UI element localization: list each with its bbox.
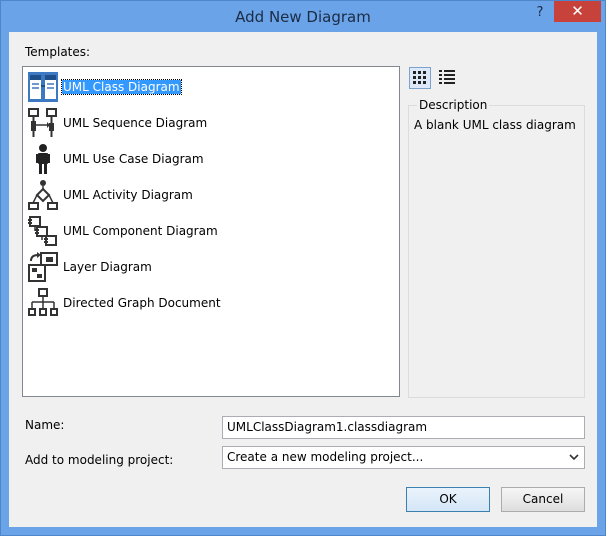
dialog-body: Templates: UML Class Diagram UML Sequenc… [9, 32, 597, 527]
template-label: UML Sequence Diagram [63, 116, 208, 130]
template-label: Directed Graph Document [63, 296, 221, 310]
templates-label: Templates: [25, 45, 91, 59]
directed-graph-icon [28, 288, 58, 316]
template-uml-activity-diagram[interactable]: UML Activity Diagram [27, 179, 387, 213]
uml-component-diagram-icon [28, 216, 57, 246]
template-uml-use-case-diagram[interactable]: UML Use Case Diagram [27, 143, 387, 177]
ok-button[interactable]: OK [406, 487, 490, 512]
close-button[interactable]: ✕ [554, 1, 601, 22]
template-uml-component-diagram[interactable]: UML Component Diagram [27, 215, 387, 249]
modeling-project-select[interactable]: Create a new modeling project... [222, 446, 585, 469]
small-icons-view-button[interactable] [409, 67, 431, 89]
modeling-project-label: Add to modeling project: [25, 453, 174, 467]
chevron-down-icon [569, 454, 579, 461]
cancel-button[interactable]: Cancel [501, 487, 585, 512]
templates-list[interactable]: UML Class Diagram UML Sequence Diagram U… [22, 66, 400, 397]
template-label: UML Class Diagram [61, 79, 182, 95]
dialog-title: Add New Diagram [235, 8, 371, 26]
uml-use-case-diagram-icon [36, 144, 50, 174]
template-label: Layer Diagram [63, 260, 152, 274]
template-uml-sequence-diagram[interactable]: UML Sequence Diagram [27, 107, 387, 141]
add-new-diagram-dialog: Add New Diagram ? ✕ Templates: UML Class… [0, 0, 606, 536]
help-button[interactable]: ? [526, 3, 554, 23]
list-view-button[interactable] [437, 67, 459, 89]
modeling-project-value: Create a new modeling project... [227, 450, 424, 464]
name-label: Name: [25, 418, 65, 432]
template-label: UML Activity Diagram [63, 188, 193, 202]
name-input[interactable]: UMLClassDiagram1.classdiagram [222, 416, 585, 439]
uml-class-diagram-icon [28, 72, 58, 102]
template-directed-graph-document[interactable]: Directed Graph Document [27, 287, 387, 321]
list-view-icon [439, 70, 455, 84]
uml-sequence-diagram-icon [28, 108, 57, 137]
description-panel [408, 105, 585, 398]
template-uml-class-diagram[interactable]: UML Class Diagram [27, 71, 387, 105]
description-text: A blank UML class diagram [414, 118, 576, 132]
title-bar[interactable]: Add New Diagram ? ✕ [1, 1, 605, 32]
template-layer-diagram[interactable]: Layer Diagram [27, 251, 387, 285]
template-label: UML Use Case Diagram [63, 152, 204, 166]
small-icons-view-icon [413, 71, 426, 84]
uml-activity-diagram-icon [28, 180, 58, 210]
layer-diagram-icon [28, 252, 58, 282]
description-title: Description [417, 98, 490, 112]
template-label: UML Component Diagram [63, 224, 218, 238]
